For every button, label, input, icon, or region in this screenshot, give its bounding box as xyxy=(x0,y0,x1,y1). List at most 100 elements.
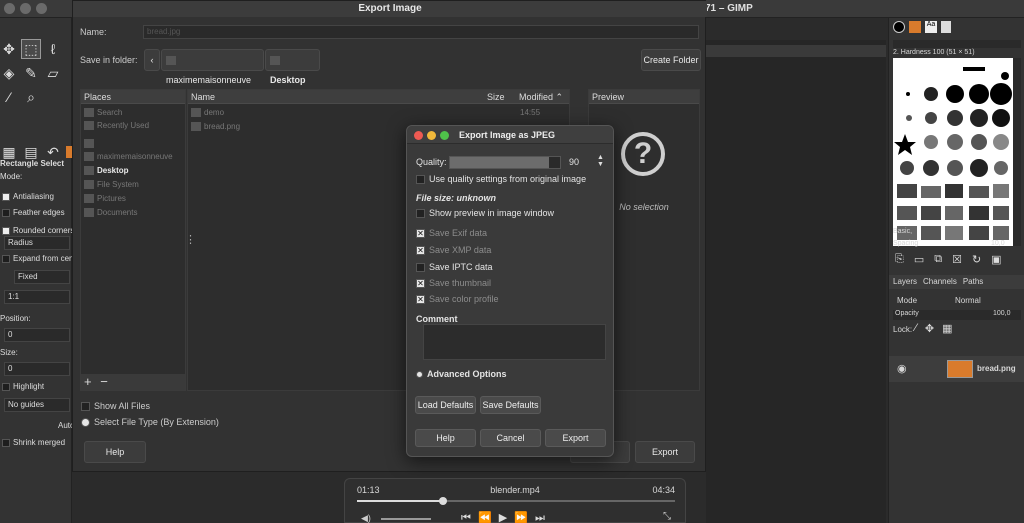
expand-option[interactable]: Expand from cent xyxy=(2,254,76,263)
guides-dropdown[interactable]: No guides xyxy=(4,398,70,412)
save-exif-option[interactable]: ✕ Save Exif data xyxy=(416,228,487,239)
create-folder-button[interactable]: Create Folder xyxy=(641,49,701,71)
save-thumbnail-option[interactable]: ✕ Save thumbnail xyxy=(416,278,491,289)
paintbrush-tool-icon[interactable]: ✎ xyxy=(22,64,40,82)
jpeg-help-button[interactable]: Help xyxy=(415,429,476,447)
place-desktop[interactable]: Desktop xyxy=(84,166,129,176)
close-window-button[interactable] xyxy=(4,3,15,14)
modified-column-header[interactable]: Modified ⌃ xyxy=(516,90,569,104)
highlight-checkbox[interactable] xyxy=(2,382,10,391)
save-thumbnail-checkbox[interactable]: ✕ xyxy=(416,279,425,289)
feather-checkbox[interactable] xyxy=(2,208,10,217)
jpeg-export-button[interactable]: Export xyxy=(545,429,606,447)
save-exif-checkbox[interactable]: ✕ xyxy=(416,229,425,239)
advanced-options-expander[interactable]: Advanced Options xyxy=(416,369,507,379)
brush-set[interactable]: Basic, xyxy=(893,228,912,235)
place-home-icon-row[interactable] xyxy=(84,139,97,149)
save-xmp-option[interactable]: ✕ Save XMP data xyxy=(416,245,491,256)
save-iptc-checkbox[interactable] xyxy=(416,263,425,273)
spacing-value[interactable]: 10,0 xyxy=(991,240,1005,247)
load-defaults-button[interactable]: Load Defaults xyxy=(415,396,476,414)
fixed-dropdown[interactable]: Fixed xyxy=(14,270,70,284)
crumb-home[interactable]: maximemaisonneuve xyxy=(161,49,264,85)
file-row[interactable]: bread.png xyxy=(191,122,240,132)
feather-option[interactable]: Feather edges xyxy=(2,208,65,217)
crumb-back-button[interactable]: ‹ xyxy=(144,49,160,71)
use-quality-checkbox[interactable] xyxy=(416,175,425,185)
seek-bar[interactable] xyxy=(357,497,675,505)
export-button[interactable]: Export xyxy=(635,441,695,463)
lock-alpha-icon[interactable]: ▦ xyxy=(942,322,952,335)
seek-handle[interactable] xyxy=(438,497,447,505)
lock-position-icon[interactable]: ✥ xyxy=(925,322,934,335)
tab-channels[interactable]: Channels xyxy=(923,275,957,289)
show-all-files-checkbox[interactable] xyxy=(81,402,90,412)
save-xmp-checkbox[interactable]: ✕ xyxy=(416,246,425,256)
lock-pixels-icon[interactable]: ⁄ xyxy=(915,322,917,335)
zoom-tool-icon[interactable]: ⌕ xyxy=(22,88,40,106)
antialiasing-option[interactable]: Antialiasing xyxy=(2,192,54,201)
brush-delete-icon[interactable]: ☒ xyxy=(952,253,962,266)
brush-grid[interactable] xyxy=(893,58,1013,246)
radius-field[interactable]: Radius xyxy=(4,236,70,250)
pane-resize-handle[interactable]: ⋮ xyxy=(185,233,196,246)
use-quality-option[interactable]: Use quality settings from original image xyxy=(416,174,586,185)
brush-open-icon[interactable]: ▣ xyxy=(991,253,1001,266)
rounded-checkbox[interactable] xyxy=(2,226,10,235)
shrink-option[interactable]: Shrink merged xyxy=(2,438,65,447)
add-place-icon[interactable]: + xyxy=(84,374,92,389)
brush-refresh-icon[interactable]: ↻ xyxy=(972,253,981,266)
place-filesystem[interactable]: File System xyxy=(84,180,139,190)
minimize-window-button[interactable] xyxy=(20,3,31,14)
save-color-profile-option[interactable]: ✕ Save color profile xyxy=(416,294,499,305)
quality-value[interactable]: 90 xyxy=(569,157,579,167)
file-row[interactable]: demo xyxy=(191,108,224,118)
layer-row[interactable]: ◉ bread.png xyxy=(889,356,1024,382)
visibility-eye-icon[interactable]: ◉ xyxy=(897,362,907,375)
color-picker-icon[interactable]: ⁄ xyxy=(0,88,18,106)
document-tab-icon[interactable] xyxy=(941,21,951,33)
select-file-type-expander[interactable]: Select File Type (By Extension) xyxy=(81,417,219,428)
minimize-dialog-button[interactable] xyxy=(427,131,436,140)
save-defaults-button[interactable]: Save Defaults xyxy=(480,396,541,414)
crumb-desktop[interactable]: Desktop xyxy=(265,49,320,85)
patterns-tab-icon[interactable] xyxy=(909,21,921,33)
remove-place-icon[interactable]: − xyxy=(100,374,108,389)
rect-select-tool-icon[interactable]: ⬚ xyxy=(21,39,41,59)
quality-spinner[interactable]: ▲ ▼ xyxy=(597,154,604,168)
move-tool-icon[interactable]: ✥ xyxy=(0,40,18,58)
place-home[interactable]: maximemaisonneuve xyxy=(84,152,173,162)
save-color-profile-checkbox[interactable]: ✕ xyxy=(416,295,425,305)
highlight-option[interactable]: Highlight xyxy=(2,382,44,391)
show-all-files-option[interactable]: Show All Files xyxy=(81,401,150,412)
brush-scrollbar[interactable] xyxy=(1013,58,1021,246)
brush-edit-icon[interactable]: ⎘ xyxy=(895,253,904,266)
fonts-tab-icon[interactable]: Aa xyxy=(925,21,937,33)
brush-filter-field[interactable] xyxy=(893,40,1021,48)
tab-paths[interactable]: Paths xyxy=(963,275,983,289)
place-documents[interactable]: Documents xyxy=(84,208,137,218)
size-column-header[interactable]: Size xyxy=(484,90,516,104)
close-dialog-button[interactable] xyxy=(414,131,423,140)
layer-mode-dropdown[interactable]: Normal xyxy=(955,296,981,305)
bucket-tool-icon[interactable]: ◈ xyxy=(0,64,18,82)
save-iptc-option[interactable]: Save IPTC data xyxy=(416,262,493,273)
ratio-field[interactable]: 1:1 xyxy=(4,290,70,304)
brush-duplicate-icon[interactable]: ⧉ xyxy=(934,253,942,266)
place-recent[interactable]: Recently Used xyxy=(84,121,149,131)
quality-slider[interactable] xyxy=(449,156,561,169)
expand-checkbox[interactable] xyxy=(2,254,10,263)
rounded-option[interactable]: Rounded corners xyxy=(2,226,74,235)
eraser-tool-icon[interactable]: ▱ xyxy=(44,64,62,82)
place-search[interactable]: Search xyxy=(84,108,122,118)
tab-layers[interactable]: Layers xyxy=(893,275,917,289)
filename-input[interactable]: bread.jpg xyxy=(143,25,699,39)
antialiasing-checkbox[interactable] xyxy=(2,192,10,201)
size-field[interactable]: 0 xyxy=(4,362,70,376)
zoom-dialog-button[interactable] xyxy=(440,131,449,140)
brushes-tab-icon[interactable] xyxy=(893,21,905,33)
name-column-header[interactable]: Name xyxy=(188,90,484,104)
shrink-checkbox[interactable] xyxy=(2,438,10,447)
comment-textarea[interactable] xyxy=(423,324,606,360)
opacity-value[interactable]: 100,0 xyxy=(993,310,1011,317)
